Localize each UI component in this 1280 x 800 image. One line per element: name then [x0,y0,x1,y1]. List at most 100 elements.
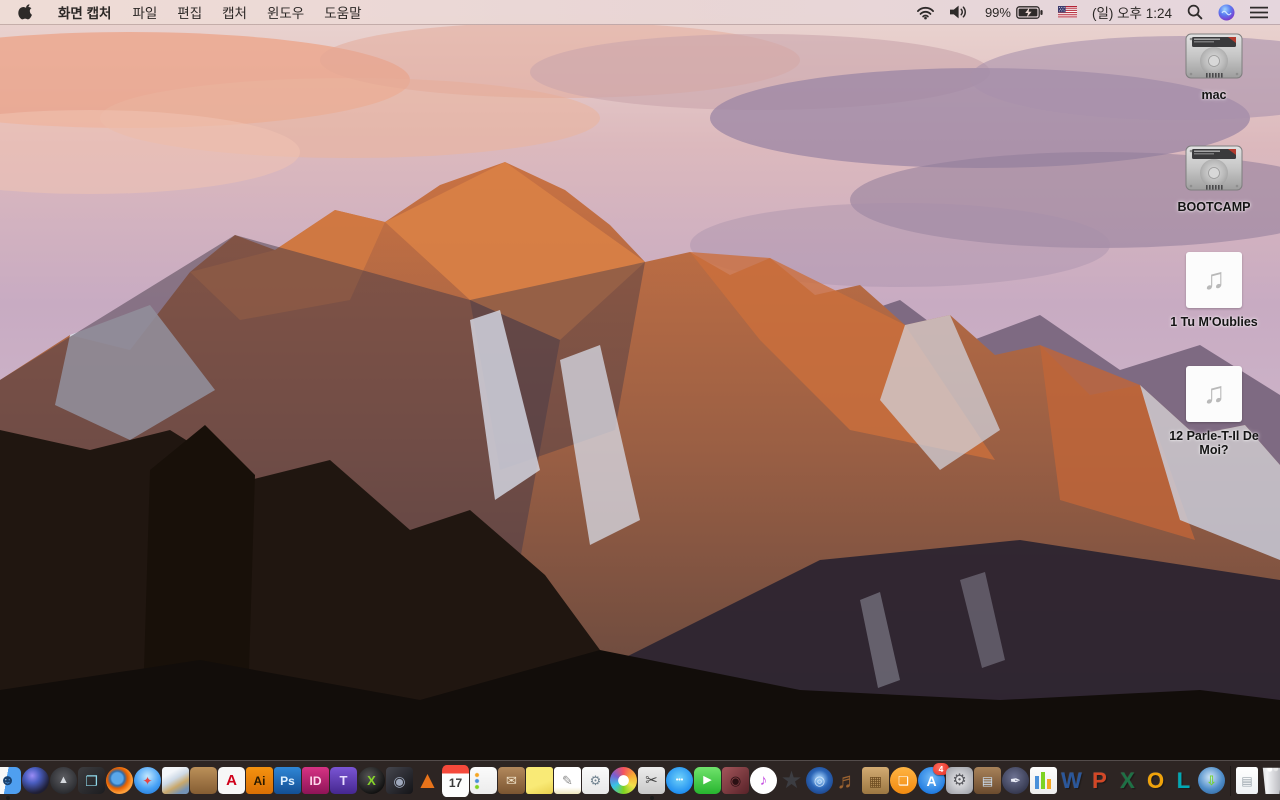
desktop-icon-bootcamp[interactable]: BOOTCAMP [1156,145,1272,214]
dock-indesign-icon[interactable]: ID [302,767,329,794]
textedit-glyph: ✎ [562,773,573,788]
us-flag-icon [1057,6,1077,18]
dock-idvd-icon[interactable]: ◎ [806,767,833,794]
dock-photo-booth-icon[interactable]: ◉ [722,767,749,794]
dock-grab-screen-capture-icon[interactable]: ✂ [638,767,665,800]
outlook-glyph: O [1146,767,1165,793]
menu-item-app-name[interactable]: 화면 캡처 [47,0,122,24]
dock-stickies-icon[interactable] [526,767,553,794]
dock-photos-icon[interactable] [610,767,637,794]
launchpad-glyph: ▲ [58,774,69,786]
dock-facetime-icon[interactable]: ▶ [694,767,721,794]
dock-keynote-icon[interactable]: ▤ [974,767,1001,794]
mail-archive-box-glyph: ✉ [506,773,517,788]
dock-numbers-icon[interactable] [1030,767,1057,794]
desktop-icon-1-tu-m-oublies[interactable]: ♫ 1 Tu M'Oublies [1156,252,1272,329]
finder-glyph: ☻ [0,772,16,789]
dock-illustrator-icon[interactable]: Ai [246,767,273,794]
dock-document-file-icon[interactable]: ▤ [1236,767,1258,794]
messages-glyph: ••• [675,777,684,784]
desktop-icon-label: 12 Parle-T-Il De Moi? [1169,429,1259,458]
collage-board-glyph: ▦ [868,772,883,789]
dock-lync-icon[interactable]: L [1170,767,1197,794]
dock-textedit-icon[interactable]: ✎ [554,767,581,794]
dark-disk-glyph: ◉ [393,772,406,789]
dock-photoshop-icon[interactable]: Ps [274,767,301,794]
grab-screen-capture-running-indicator [649,796,654,800]
dock-document-gear-icon[interactable]: ⚙ [582,767,609,794]
menu-item-도움말[interactable]: 도움말 [314,0,371,24]
dock-siri-icon[interactable] [22,767,49,794]
dock-globe-downloader-icon[interactable]: ⇩ [1198,767,1225,794]
document-file-glyph: ▤ [1241,773,1253,788]
dock-collage-board-icon[interactable]: ▦ [862,767,889,794]
menu-left: 화면 캡처 파일 편집 캡처 윈도우 도움말 [0,0,372,24]
dock-reminders-icon[interactable] [470,767,497,794]
lync-glyph: L [1176,767,1191,793]
dock-separator [1230,765,1231,796]
dock-contacts-icon[interactable] [190,767,217,794]
siri-icon[interactable] [1218,0,1235,24]
indesign-glyph: ID [309,773,322,788]
illustrator-glyph: Ai [253,773,266,788]
notification-center-icon[interactable] [1250,0,1268,24]
dock-preview-icon[interactable] [162,767,189,794]
dock-powerpoint-icon[interactable]: P [1086,767,1113,794]
dock-mail-archive-box-icon[interactable]: ✉ [498,767,525,794]
menu-item-윈도우[interactable]: 윈도우 [257,0,314,24]
dock-toast-icon[interactable]: T [330,767,357,794]
spotlight-search-icon[interactable] [1187,0,1203,24]
dock-firefox-icon[interactable] [106,767,133,794]
pages-glyph: ✒ [1010,773,1021,788]
wifi-icon[interactable] [916,0,935,24]
apple-icon [18,4,32,20]
system-preferences-glyph: ⚙ [952,771,967,789]
dock-system-preferences-icon[interactable]: ⚙ [946,767,973,794]
dock-mission-control-icon[interactable]: ❐ [78,767,105,794]
desktop-icon-area: mac BOOTCAMP ♫ 1 Tu M'Oublies ♫ 12 Parle-T-I… [0,0,1280,800]
dock-itunes-icon[interactable]: ♪ [750,767,777,794]
idvd-glyph: ◎ [813,773,826,788]
desktop-icon-label: mac [1201,88,1227,102]
menu-clock[interactable]: (일) 오후 1:24 [1092,0,1172,24]
apple-menu[interactable] [0,0,47,24]
volume-icon[interactable] [949,0,970,24]
dock-launchpad-icon[interactable]: ▲ [50,767,77,794]
dock-imovie-icon[interactable]: ★ [778,767,805,794]
dock-safari-icon[interactable]: ✦ [134,767,161,794]
dock-dark-disk-icon[interactable]: ◉ [386,767,413,794]
desktop-icon-mac[interactable]: mac [1156,33,1272,102]
dock-finder-icon[interactable]: ☻ [0,767,21,800]
dock-garageband-icon[interactable]: ♬ [834,767,861,794]
menu-item-편집[interactable]: 편집 [167,0,212,24]
dock-excel-icon[interactable]: X [1114,767,1141,794]
menu-right: 99% (일) 오후 1:24 [916,0,1280,24]
dock-calendar-icon[interactable]: 17 [442,764,469,797]
dock-green-x-sphere-icon[interactable]: X [358,767,385,794]
itunes-glyph: ♪ [759,772,768,789]
mission-control-glyph: ❐ [85,772,98,789]
keynote-glyph: ▤ [981,773,994,788]
battery-charging-icon [1016,5,1043,19]
input-source-flag[interactable] [1057,0,1077,24]
dock-app-store-icon[interactable]: A4 [918,763,949,794]
ibooks-glyph: ❏ [898,773,909,788]
powerpoint-glyph: P [1092,767,1107,793]
menu-item-파일[interactable]: 파일 [122,0,167,24]
dock-adobe-reader-icon[interactable]: A [218,767,245,794]
music-note-icon: ♫ [1186,252,1242,308]
dock-ibooks-icon[interactable]: ❏ [890,767,917,794]
dock-word-icon[interactable]: W [1058,767,1085,794]
menu-item-캡처[interactable]: 캡처 [212,0,257,24]
desktop-icon-label: BOOTCAMP [1177,200,1251,214]
battery-status[interactable]: 99% [985,0,1043,24]
dock-trash-icon[interactable] [1262,767,1280,794]
desktop-icon-12-parle-t-il-de-moi-[interactable]: ♫ 12 Parle-T-Il De Moi? [1156,366,1272,458]
dock-vlc-icon[interactable]: ▲ [414,767,441,794]
document-gear-glyph: ⚙ [589,773,602,788]
hard-drive-icon [1185,33,1243,79]
dock-outlook-icon[interactable]: O [1142,767,1169,794]
adobe-reader-glyph: A [226,772,237,789]
dock-messages-icon[interactable]: ••• [666,767,693,794]
dock-pages-icon[interactable]: ✒ [1002,767,1029,794]
